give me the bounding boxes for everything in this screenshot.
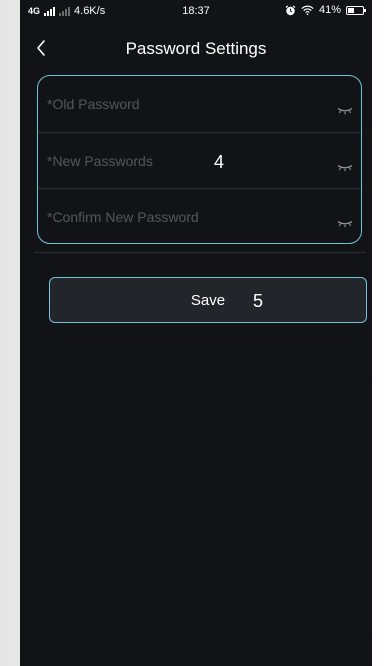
- wifi-icon: [301, 5, 314, 15]
- new-password-row: [38, 132, 361, 189]
- app-header: Password Settings: [20, 28, 372, 68]
- new-password-field[interactable]: [47, 133, 317, 189]
- eye-closed-icon[interactable]: [337, 220, 353, 228]
- divider: [34, 252, 366, 253]
- battery-icon: [346, 5, 366, 15]
- battery-level: [348, 7, 354, 13]
- eye-closed-icon[interactable]: [337, 164, 353, 172]
- old-password-row: [38, 76, 361, 132]
- confirm-password-field[interactable]: [47, 189, 317, 245]
- phone-screen: 4G 4.6K/s 18:37 41% Password Settings 4 …: [20, 0, 372, 666]
- status-bar: 4G 4.6K/s 18:37 41%: [20, 0, 372, 24]
- alarm-icon: [285, 5, 296, 15]
- old-password-field[interactable]: [47, 76, 317, 132]
- password-form: [37, 75, 362, 245]
- battery-percent: 41%: [318, 4, 341, 16]
- annotation-marker-4: 4: [214, 152, 225, 172]
- status-right: 41%: [285, 4, 366, 16]
- save-button-label: Save: [190, 291, 226, 309]
- annotation-marker-5: 5: [253, 291, 264, 311]
- eye-closed-icon[interactable]: [337, 107, 353, 115]
- page-title: Password Settings: [125, 39, 267, 58]
- confirm-password-row: [38, 188, 361, 245]
- save-button[interactable]: Save: [49, 277, 367, 323]
